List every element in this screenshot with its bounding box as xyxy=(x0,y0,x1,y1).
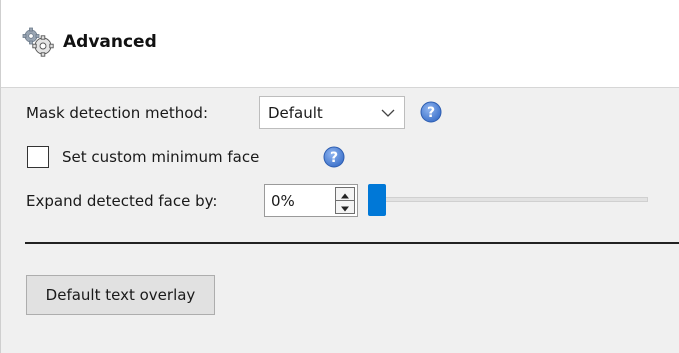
mask-detection-select[interactable]: Default xyxy=(259,96,405,129)
default-text-overlay-button[interactable]: Default text overlay xyxy=(26,275,215,315)
help-icon[interactable]: ? xyxy=(323,146,345,168)
expand-face-label: Expand detected face by: xyxy=(26,192,218,210)
expand-face-slider-track[interactable] xyxy=(373,197,648,202)
custom-min-face-label: Set custom minimum face xyxy=(62,148,260,166)
expand-face-slider-thumb[interactable] xyxy=(368,184,386,216)
help-icon[interactable]: ? xyxy=(420,101,442,123)
mask-detection-value: Default xyxy=(268,104,323,122)
svg-text:?: ? xyxy=(330,150,338,166)
spin-down-button[interactable] xyxy=(336,201,354,213)
custom-min-face-checkbox[interactable] xyxy=(27,146,49,168)
gears-icon xyxy=(22,27,54,57)
panel-title: Advanced xyxy=(63,32,157,52)
section-divider xyxy=(25,242,679,244)
chevron-down-icon xyxy=(381,109,395,117)
expand-face-spinbox[interactable]: 0% xyxy=(264,184,358,217)
svg-text:?: ? xyxy=(427,105,435,121)
spin-up-button[interactable] xyxy=(336,188,354,201)
expand-face-value: 0% xyxy=(271,192,295,210)
spin-buttons xyxy=(335,187,355,214)
advanced-panel: Advanced Mask detection method: Default … xyxy=(0,0,679,353)
panel-header: Advanced xyxy=(1,0,679,88)
mask-detection-label: Mask detection method: xyxy=(26,104,208,122)
triangle-down-icon xyxy=(341,206,349,212)
